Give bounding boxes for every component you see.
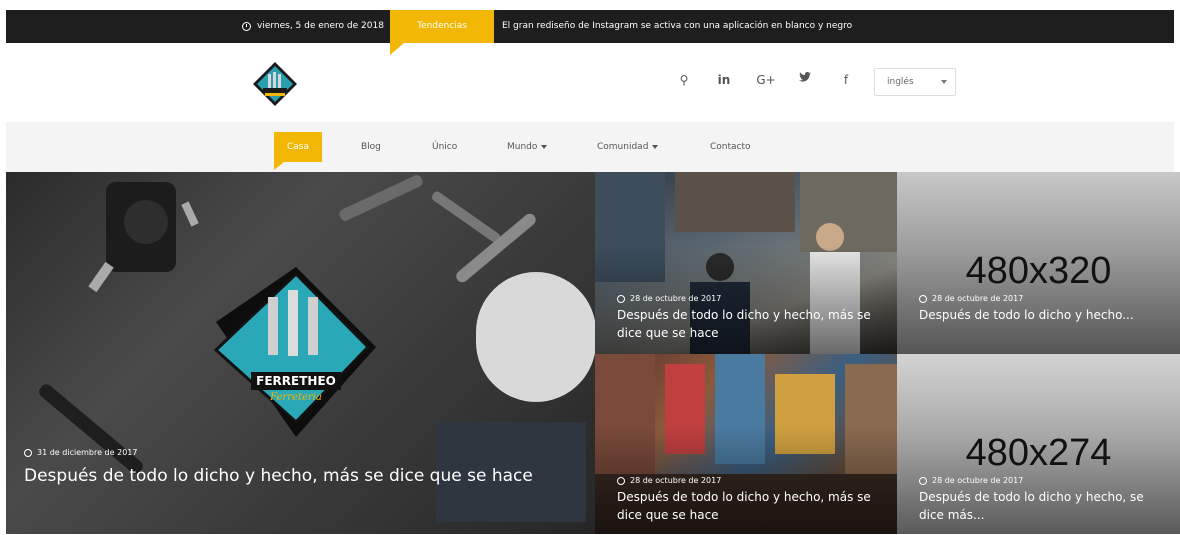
caret-down-icon	[541, 145, 548, 149]
post-title[interactable]: Después de todo lo dicho y hecho, más se…	[24, 465, 585, 487]
nav-item-comunidad[interactable]: Comunidad	[597, 138, 659, 156]
ferretheo-logo-icon	[253, 62, 297, 106]
post-date-text: 28 de octubre de 2017	[932, 476, 1024, 485]
post-date: 31 de diciembre de 2017	[24, 448, 137, 457]
nav-item-unico[interactable]: Único	[432, 138, 457, 156]
featured-post[interactable]: FERRETHEO Ferreteria 31 de diciembre de …	[6, 172, 595, 534]
nav-item-contacto[interactable]: Contacto	[710, 138, 751, 156]
site-logo[interactable]	[251, 60, 299, 108]
google-plus-icon[interactable]: G+	[756, 68, 776, 92]
post-date-text: 28 de octubre de 2017	[630, 294, 722, 303]
post-date: 28 de octubre de 2017	[919, 476, 1023, 485]
logo-wordmark: FERRETHEO	[256, 374, 336, 388]
trending-label: Tendencias	[390, 10, 494, 55]
post-card[interactable]: 480x274 28 de octubre de 2017 Después de…	[897, 354, 1180, 534]
post-date: 28 de octubre de 2017	[617, 294, 721, 303]
post-title[interactable]: Después de todo lo dicho y hecho, más se…	[617, 306, 887, 342]
clock-icon	[617, 476, 625, 485]
nav-item-label: Blog	[361, 142, 381, 152]
linkedin-icon[interactable]: in	[714, 68, 734, 92]
search-icon[interactable]: ⚲	[674, 68, 694, 92]
nav-item-mundo[interactable]: Mundo	[507, 138, 548, 156]
nav-item-label: Comunidad	[597, 142, 649, 152]
clock-icon	[24, 448, 32, 457]
facebook-icon[interactable]: f	[836, 68, 856, 92]
clock-icon	[242, 22, 251, 31]
post-card[interactable]: 28 de octubre de 2017 Después de todo lo…	[595, 354, 897, 534]
post-date-text: 31 de diciembre de 2017	[37, 448, 138, 457]
current-date: viernes, 5 de enero de 2018	[242, 10, 384, 43]
main-nav: Casa Blog Único Mundo Comunidad Contacto	[6, 122, 1174, 172]
twitter-icon[interactable]	[795, 68, 815, 92]
image-placeholder-size: 480x320	[965, 250, 1112, 292]
language-select[interactable]: inglés	[874, 68, 956, 96]
nav-item-label: Mundo	[507, 142, 538, 152]
post-date: 28 de octubre de 2017	[919, 294, 1023, 303]
logo-tagline: Ferreteria	[270, 392, 322, 403]
post-date: 28 de octubre de 2017	[617, 476, 721, 485]
nav-item-blog[interactable]: Blog	[361, 138, 381, 156]
nav-item-casa[interactable]: Casa	[274, 132, 322, 170]
current-date-text: viernes, 5 de enero de 2018	[257, 21, 384, 31]
language-selected: inglés	[887, 77, 914, 87]
chevron-down-icon	[941, 80, 947, 84]
post-card[interactable]: 480x320 28 de octubre de 2017 Después de…	[897, 172, 1180, 354]
post-date-text: 28 de octubre de 2017	[932, 294, 1024, 303]
clock-icon	[919, 476, 927, 485]
post-date-text: 28 de octubre de 2017	[630, 476, 722, 485]
post-title[interactable]: Después de todo lo dicho y hecho, más se…	[617, 488, 887, 524]
nav-item-label: Contacto	[710, 142, 751, 152]
caret-down-icon	[652, 145, 659, 149]
nav-item-label: Único	[432, 142, 458, 152]
post-title[interactable]: Después de todo lo dicho y hecho...	[919, 306, 1170, 324]
clock-icon	[617, 294, 625, 303]
clock-icon	[919, 294, 927, 303]
post-card[interactable]: 28 de octubre de 2017 Después de todo lo…	[595, 172, 897, 354]
post-title[interactable]: Después de todo lo dicho y hecho, se dic…	[919, 488, 1170, 524]
image-placeholder-size: 480x274	[965, 432, 1112, 474]
trending-headline[interactable]: El gran rediseño de Instagram se activa …	[502, 10, 852, 43]
top-bar: viernes, 5 de enero de 2018 Tendencias E…	[6, 10, 1174, 55]
